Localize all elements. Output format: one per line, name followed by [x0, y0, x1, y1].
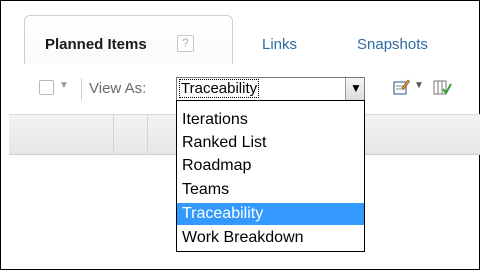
tab-snapshots[interactable]: Snapshots [357, 36, 428, 53]
edit-icon[interactable] [392, 78, 411, 101]
checkbox-menu-caret-icon[interactable]: ▼ [59, 80, 69, 91]
view-as-label: View As: [89, 80, 147, 97]
select-all-checkbox[interactable] [39, 80, 54, 95]
columns-icon[interactable] [432, 79, 452, 102]
tab-planned-items-label: Planned Items [45, 36, 147, 53]
view-as-dropdown-button[interactable]: ▼ [345, 78, 364, 100]
view-option-iterations[interactable]: Iterations [177, 109, 364, 131]
view-option-roadmap[interactable]: Roadmap [177, 155, 364, 177]
view-option-traceability[interactable]: Traceability [177, 203, 364, 225]
view-option-teams[interactable]: Teams [177, 179, 364, 201]
tab-links[interactable]: Links [262, 36, 297, 53]
view-as-select-value[interactable]: Traceability [178, 79, 260, 98]
toolbar-divider [81, 78, 82, 100]
tab-bar: Planned Items ? Links Snapshots [0, 0, 480, 64]
grid-column-divider[interactable] [147, 114, 148, 155]
chevron-down-icon: ▼ [350, 81, 362, 95]
grid-column-divider[interactable] [113, 114, 114, 155]
help-icon[interactable]: ? [177, 35, 194, 52]
view-option-work-breakdown[interactable]: Work Breakdown [177, 227, 364, 249]
edit-menu-caret-icon[interactable]: ▼ [414, 80, 424, 91]
view-option-ranked-list[interactable]: Ranked List [177, 132, 364, 154]
